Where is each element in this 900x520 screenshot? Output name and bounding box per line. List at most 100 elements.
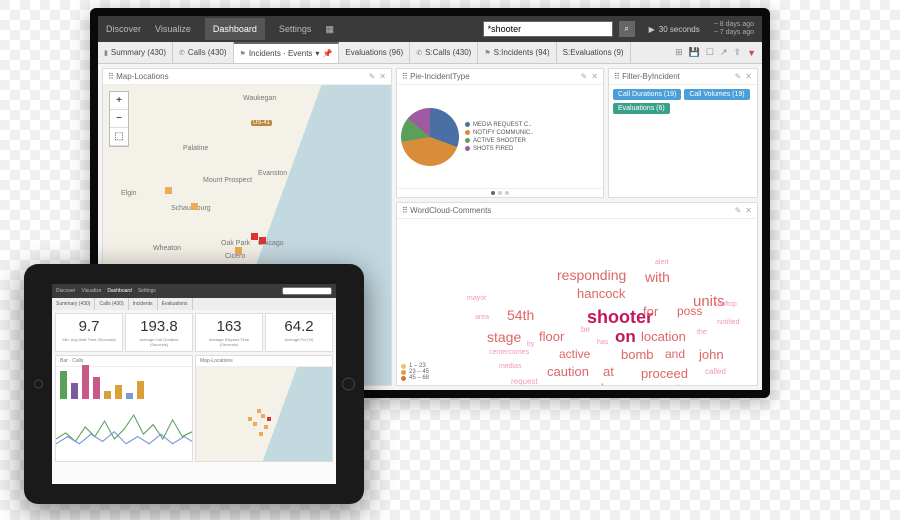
- tab-sevaluations[interactable]: S:Evaluations (9): [557, 42, 631, 63]
- tab-scalls[interactable]: ✆S:Calls (430): [410, 42, 478, 63]
- pie-pager[interactable]: [397, 188, 603, 197]
- drag-icon[interactable]: ⠿: [614, 72, 620, 81]
- drag-icon[interactable]: ⠿: [402, 206, 408, 215]
- nav-visualize[interactable]: Visualize: [155, 24, 191, 34]
- bar[interactable]: [93, 377, 100, 399]
- open-icon[interactable]: ↗: [720, 47, 728, 58]
- drag-icon[interactable]: ⠿: [108, 72, 114, 81]
- tab-evaluations[interactable]: Evaluations (96): [339, 42, 410, 63]
- wordcloud-term[interactable]: floor: [539, 329, 564, 344]
- wordcloud-term[interactable]: bomb: [621, 347, 654, 362]
- filter-icon[interactable]: ▼: [747, 48, 756, 58]
- bar[interactable]: [60, 371, 67, 399]
- close-icon[interactable]: ✕: [745, 72, 752, 81]
- tablet-map[interactable]: [196, 367, 332, 462]
- wordcloud-term[interactable]: stage: [487, 329, 521, 345]
- wordcloud-term[interactable]: on: [615, 327, 636, 347]
- wordcloud-term[interactable]: squad: [571, 381, 604, 386]
- tab-incidents[interactable]: ⚑Incidents · Events▾📌: [234, 42, 340, 63]
- tablet-tab[interactable]: Summary (430): [52, 298, 95, 310]
- wordcloud-term[interactable]: be: [581, 325, 590, 334]
- tab-summary[interactable]: ▮Summary (430): [98, 42, 173, 63]
- bar[interactable]: [71, 383, 78, 399]
- map-pin[interactable]: [251, 233, 258, 240]
- legend-item[interactable]: ACTIVE SHOOTER: [465, 138, 534, 144]
- wordcloud-term[interactable]: 54th: [507, 307, 534, 323]
- pie-chart[interactable]: [401, 108, 459, 166]
- grid-icon[interactable]: ▦: [325, 24, 334, 35]
- edit-icon[interactable]: ✎: [581, 72, 588, 81]
- legend-item[interactable]: MEDIA REQUEST C..: [465, 122, 534, 128]
- share-icon[interactable]: ⇪: [734, 47, 742, 58]
- time-range[interactable]: ~ 8 days ago ~ 7 days ago: [714, 21, 754, 38]
- wordcloud-term[interactable]: notified: [717, 319, 740, 326]
- bar-chart[interactable]: [56, 367, 192, 403]
- nav-discover[interactable]: Discover: [56, 288, 75, 294]
- edit-icon[interactable]: ✎: [735, 72, 742, 81]
- wordcloud-term[interactable]: supervisor: [653, 383, 690, 386]
- wordcloud-term[interactable]: by: [527, 341, 534, 348]
- edit-icon[interactable]: ✎: [369, 72, 376, 81]
- map-pin[interactable]: [165, 187, 172, 194]
- nav-settings[interactable]: Settings: [138, 288, 156, 294]
- zoom-out-button[interactable]: −: [110, 110, 128, 128]
- tablet-tab[interactable]: Calls (430): [95, 298, 128, 310]
- wordcloud-term[interactable]: hancock: [577, 286, 625, 301]
- sparkline[interactable]: [56, 403, 192, 451]
- wordcloud-term[interactable]: centercomes: [489, 349, 529, 356]
- wordcloud-term[interactable]: for: [643, 304, 658, 319]
- nav-dashboard[interactable]: Dashboard: [107, 288, 131, 294]
- filter-chip[interactable]: Call Volumes (19): [684, 89, 749, 100]
- wordcloud-term[interactable]: and: [665, 347, 685, 361]
- bar[interactable]: [104, 391, 111, 399]
- wordcloud-term[interactable]: john: [699, 347, 724, 362]
- wordcloud-term[interactable]: proceed: [641, 366, 688, 381]
- nav-discover[interactable]: Discover: [106, 24, 141, 34]
- wordcloud-term[interactable]: called: [705, 367, 726, 376]
- tablet-tab[interactable]: Incidents: [129, 298, 158, 310]
- bar[interactable]: [82, 365, 89, 399]
- zoom-in-button[interactable]: +: [110, 92, 128, 110]
- wordcloud-term[interactable]: request: [511, 377, 538, 386]
- filter-chip[interactable]: Call Durations (19): [613, 89, 681, 100]
- wordcloud-term[interactable]: has: [597, 339, 608, 346]
- map-pin[interactable]: [235, 247, 242, 254]
- drag-icon[interactable]: ⠿: [402, 72, 408, 81]
- wordcloud-term[interactable]: poss: [677, 304, 702, 318]
- map-pin[interactable]: [191, 203, 198, 210]
- tablet-tab[interactable]: Evaluations: [158, 298, 193, 310]
- edit-icon[interactable]: ✎: [735, 206, 742, 215]
- new-icon[interactable]: ☐: [706, 47, 714, 58]
- zoom-fit-button[interactable]: ⬚: [110, 128, 128, 146]
- map-pin[interactable]: [259, 237, 266, 244]
- tab-calls[interactable]: ✆Calls (430): [173, 42, 234, 63]
- legend-item[interactable]: NOTIFY COMMUNIC..: [465, 130, 534, 136]
- wordcloud-term[interactable]: caution: [547, 364, 589, 379]
- tab-sincidents[interactable]: ⚑S:Incidents (94): [478, 42, 556, 63]
- wordcloud-term[interactable]: with: [645, 269, 670, 285]
- tablet-search[interactable]: [282, 287, 332, 295]
- wordcloud-body[interactable]: 1 – 2323 – 4545 – 68 shooteronresponding…: [397, 219, 757, 385]
- wordcloud-term[interactable]: mayor: [467, 295, 486, 302]
- save-icon[interactable]: 💾: [689, 47, 700, 58]
- filter-chip[interactable]: Evaluations (6): [613, 103, 670, 114]
- close-icon[interactable]: ✕: [379, 72, 386, 81]
- bar[interactable]: [137, 381, 144, 399]
- close-icon[interactable]: ✕: [745, 206, 752, 215]
- add-icon[interactable]: ⊞: [675, 47, 683, 58]
- wordcloud-term[interactable]: alert: [655, 259, 669, 266]
- wordcloud-term[interactable]: the: [697, 329, 707, 336]
- bar[interactable]: [126, 393, 133, 399]
- refresh-control[interactable]: ▶ 30 seconds: [649, 25, 700, 34]
- wordcloud-term[interactable]: at: [603, 364, 614, 379]
- bar[interactable]: [115, 385, 122, 399]
- nav-dashboard[interactable]: Dashboard: [205, 18, 265, 40]
- search-input[interactable]: [483, 21, 613, 37]
- wordcloud-term[interactable]: responding: [557, 267, 626, 283]
- wordcloud-term[interactable]: active: [559, 347, 590, 361]
- nav-settings[interactable]: Settings: [279, 24, 312, 34]
- wordcloud-term[interactable]: location: [641, 329, 686, 344]
- nav-visualize[interactable]: Visualize: [81, 288, 101, 294]
- wordcloud-term[interactable]: area: [475, 314, 489, 321]
- legend-item[interactable]: SHOTS FIRED: [465, 146, 534, 152]
